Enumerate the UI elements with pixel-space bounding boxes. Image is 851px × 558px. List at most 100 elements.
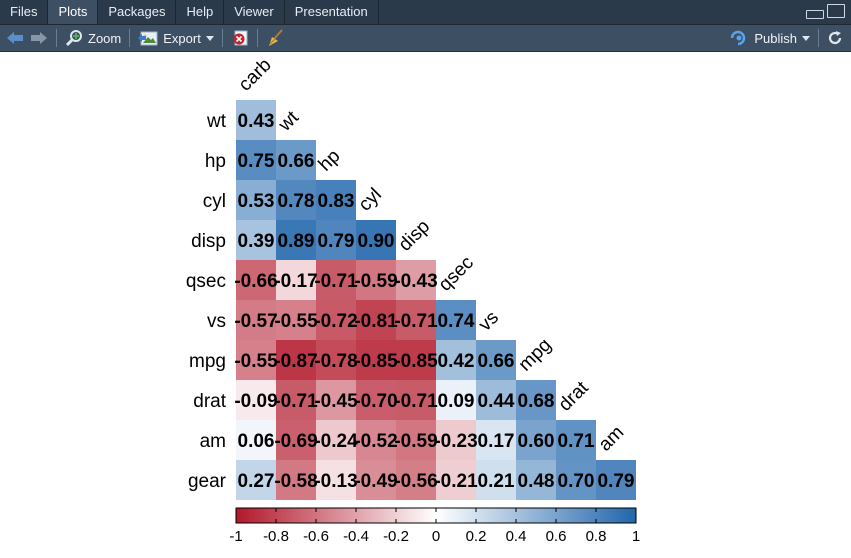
toolbar-divider [129,29,131,47]
cell-value-label: -0.49 [354,471,397,492]
remove-plot-button[interactable] [225,25,255,52]
legend-tick-label: -0.4 [343,528,369,545]
cell-value-label: -0.56 [394,471,437,492]
cell-value-label: 0.43 [238,111,275,132]
cell-value-label: 0.39 [238,231,275,252]
cell-value-label: 0.66 [478,351,515,372]
arrow-left-icon [7,32,23,44]
row-label: mpg [189,351,226,372]
plot-area: 0.43 0.75 0.66 0.53 0.78 0.83 0.39 0.89 0.79 0.90… [0,52,851,553]
legend-tick-label: 0.8 [586,528,607,545]
cell-value-label: -0.09 [234,391,277,412]
legend-tick-label: 0.6 [546,528,567,545]
cell-value-label: -0.85 [354,351,398,372]
cell-value-label: -0.21 [434,471,478,492]
column-label: vs [475,307,503,335]
export-image-icon [138,31,158,46]
column-label: drat [555,377,594,416]
column-label: mpg [515,335,556,376]
cell-value-label: 0.75 [238,151,275,172]
tab-presentation[interactable]: Presentation [285,0,379,24]
cell-value-label: -0.81 [354,311,398,332]
cell-value-label: -0.45 [314,391,358,412]
refresh-icon [828,31,842,45]
legend-tick-label: 0.2 [466,528,487,545]
cell-value-label: -0.23 [434,431,477,452]
row-label: disp [191,231,226,252]
cell-value-label: -0.55 [274,311,318,332]
cell-value-label: 0.79 [318,231,355,252]
cell-value-label: 0.83 [318,191,355,212]
cell-value-label: 0.70 [558,471,595,492]
cell-value-label: 0.06 [238,431,275,452]
row-label: vs [207,311,226,332]
publish-button[interactable]: Publish [723,25,816,52]
cell-value-label: -0.71 [394,311,438,332]
row-label: hp [205,151,226,172]
arrow-right-icon [31,32,47,44]
cell-value-label: -0.59 [354,271,397,292]
zoom-button[interactable]: Zoom [59,25,127,52]
column-label: qsec [435,252,478,295]
cell-value-label: 0.90 [358,231,395,252]
correlation-heatmap: 0.430.75 0.660.53 0.78 0.830.39 0.89 0.79 0.90… [186,55,640,545]
minimize-pane-button[interactable] [806,10,824,19]
cell-value-label: -0.58 [274,471,317,492]
tab-files[interactable]: Files [0,0,49,24]
cell-value-label: -0.52 [354,431,397,452]
cell-value-label: 0.60 [518,431,555,452]
cell-value-label: 0.27 [238,471,275,492]
maximize-pane-button[interactable] [827,4,845,18]
export-label: Export [163,30,201,46]
row-label: qsec [186,271,226,292]
tab-plots[interactable]: Plots [48,0,99,24]
plots-toolbar: Zoom Export Publish [0,25,851,52]
next-plot-button[interactable] [30,25,54,52]
publish-icon [731,30,746,46]
previous-plot-button[interactable] [0,25,30,52]
cell-value-label: -0.70 [354,391,397,412]
row-label: gear [188,471,227,492]
dropdown-caret-icon [205,35,214,41]
cell-value-label: -0.71 [394,391,438,412]
cell-value-label: -0.13 [314,471,357,492]
column-label: cyl [355,184,386,215]
cell-value-label: 0.44 [478,391,515,412]
tab-viewer[interactable]: Viewer [224,0,285,24]
cell-value-label: -0.59 [394,431,437,452]
window-controls [806,4,845,19]
legend-tick-label: 1 [632,528,640,545]
column-label: carb [235,55,276,96]
refresh-button[interactable] [821,25,851,52]
remove-plot-icon [233,30,248,46]
cell-value-label: -0.72 [314,311,357,332]
cell-value-label: -0.17 [274,271,317,292]
broom-icon [268,29,283,46]
cell-value-label: 0.66 [278,151,315,172]
legend-tick-label: -0.8 [263,528,289,545]
clear-all-plots-button[interactable] [260,25,290,52]
cell-value-label: 0.09 [438,391,475,412]
cell-value-label: 0.42 [438,351,475,372]
export-menu-button[interactable]: Export [132,25,220,52]
toolbar-divider [56,29,57,47]
row-label: wt [206,111,227,132]
row-label: drat [193,391,226,412]
column-label: am [595,422,629,456]
tab-packages[interactable]: Packages [98,0,177,24]
cell-value-label: 0.48 [518,471,555,492]
toolbar-divider [818,29,819,47]
toolbar-divider [221,29,223,47]
cell-value-label: 0.78 [278,191,315,212]
cell-value-label: -0.69 [274,431,317,452]
column-label: disp [395,216,434,255]
cell-value-label: -0.85 [394,351,438,372]
cell-value-label: 0.79 [598,471,635,492]
tab-help[interactable]: Help [176,0,225,24]
legend-tick-label: -0.2 [383,528,409,545]
legend-tick-label: -0.6 [303,528,329,545]
cell-value-label: -0.66 [234,271,277,292]
cell-value-label: -0.24 [314,431,358,452]
cell-value-label: 0.68 [518,391,555,412]
cell-value-label: -0.55 [234,351,278,372]
